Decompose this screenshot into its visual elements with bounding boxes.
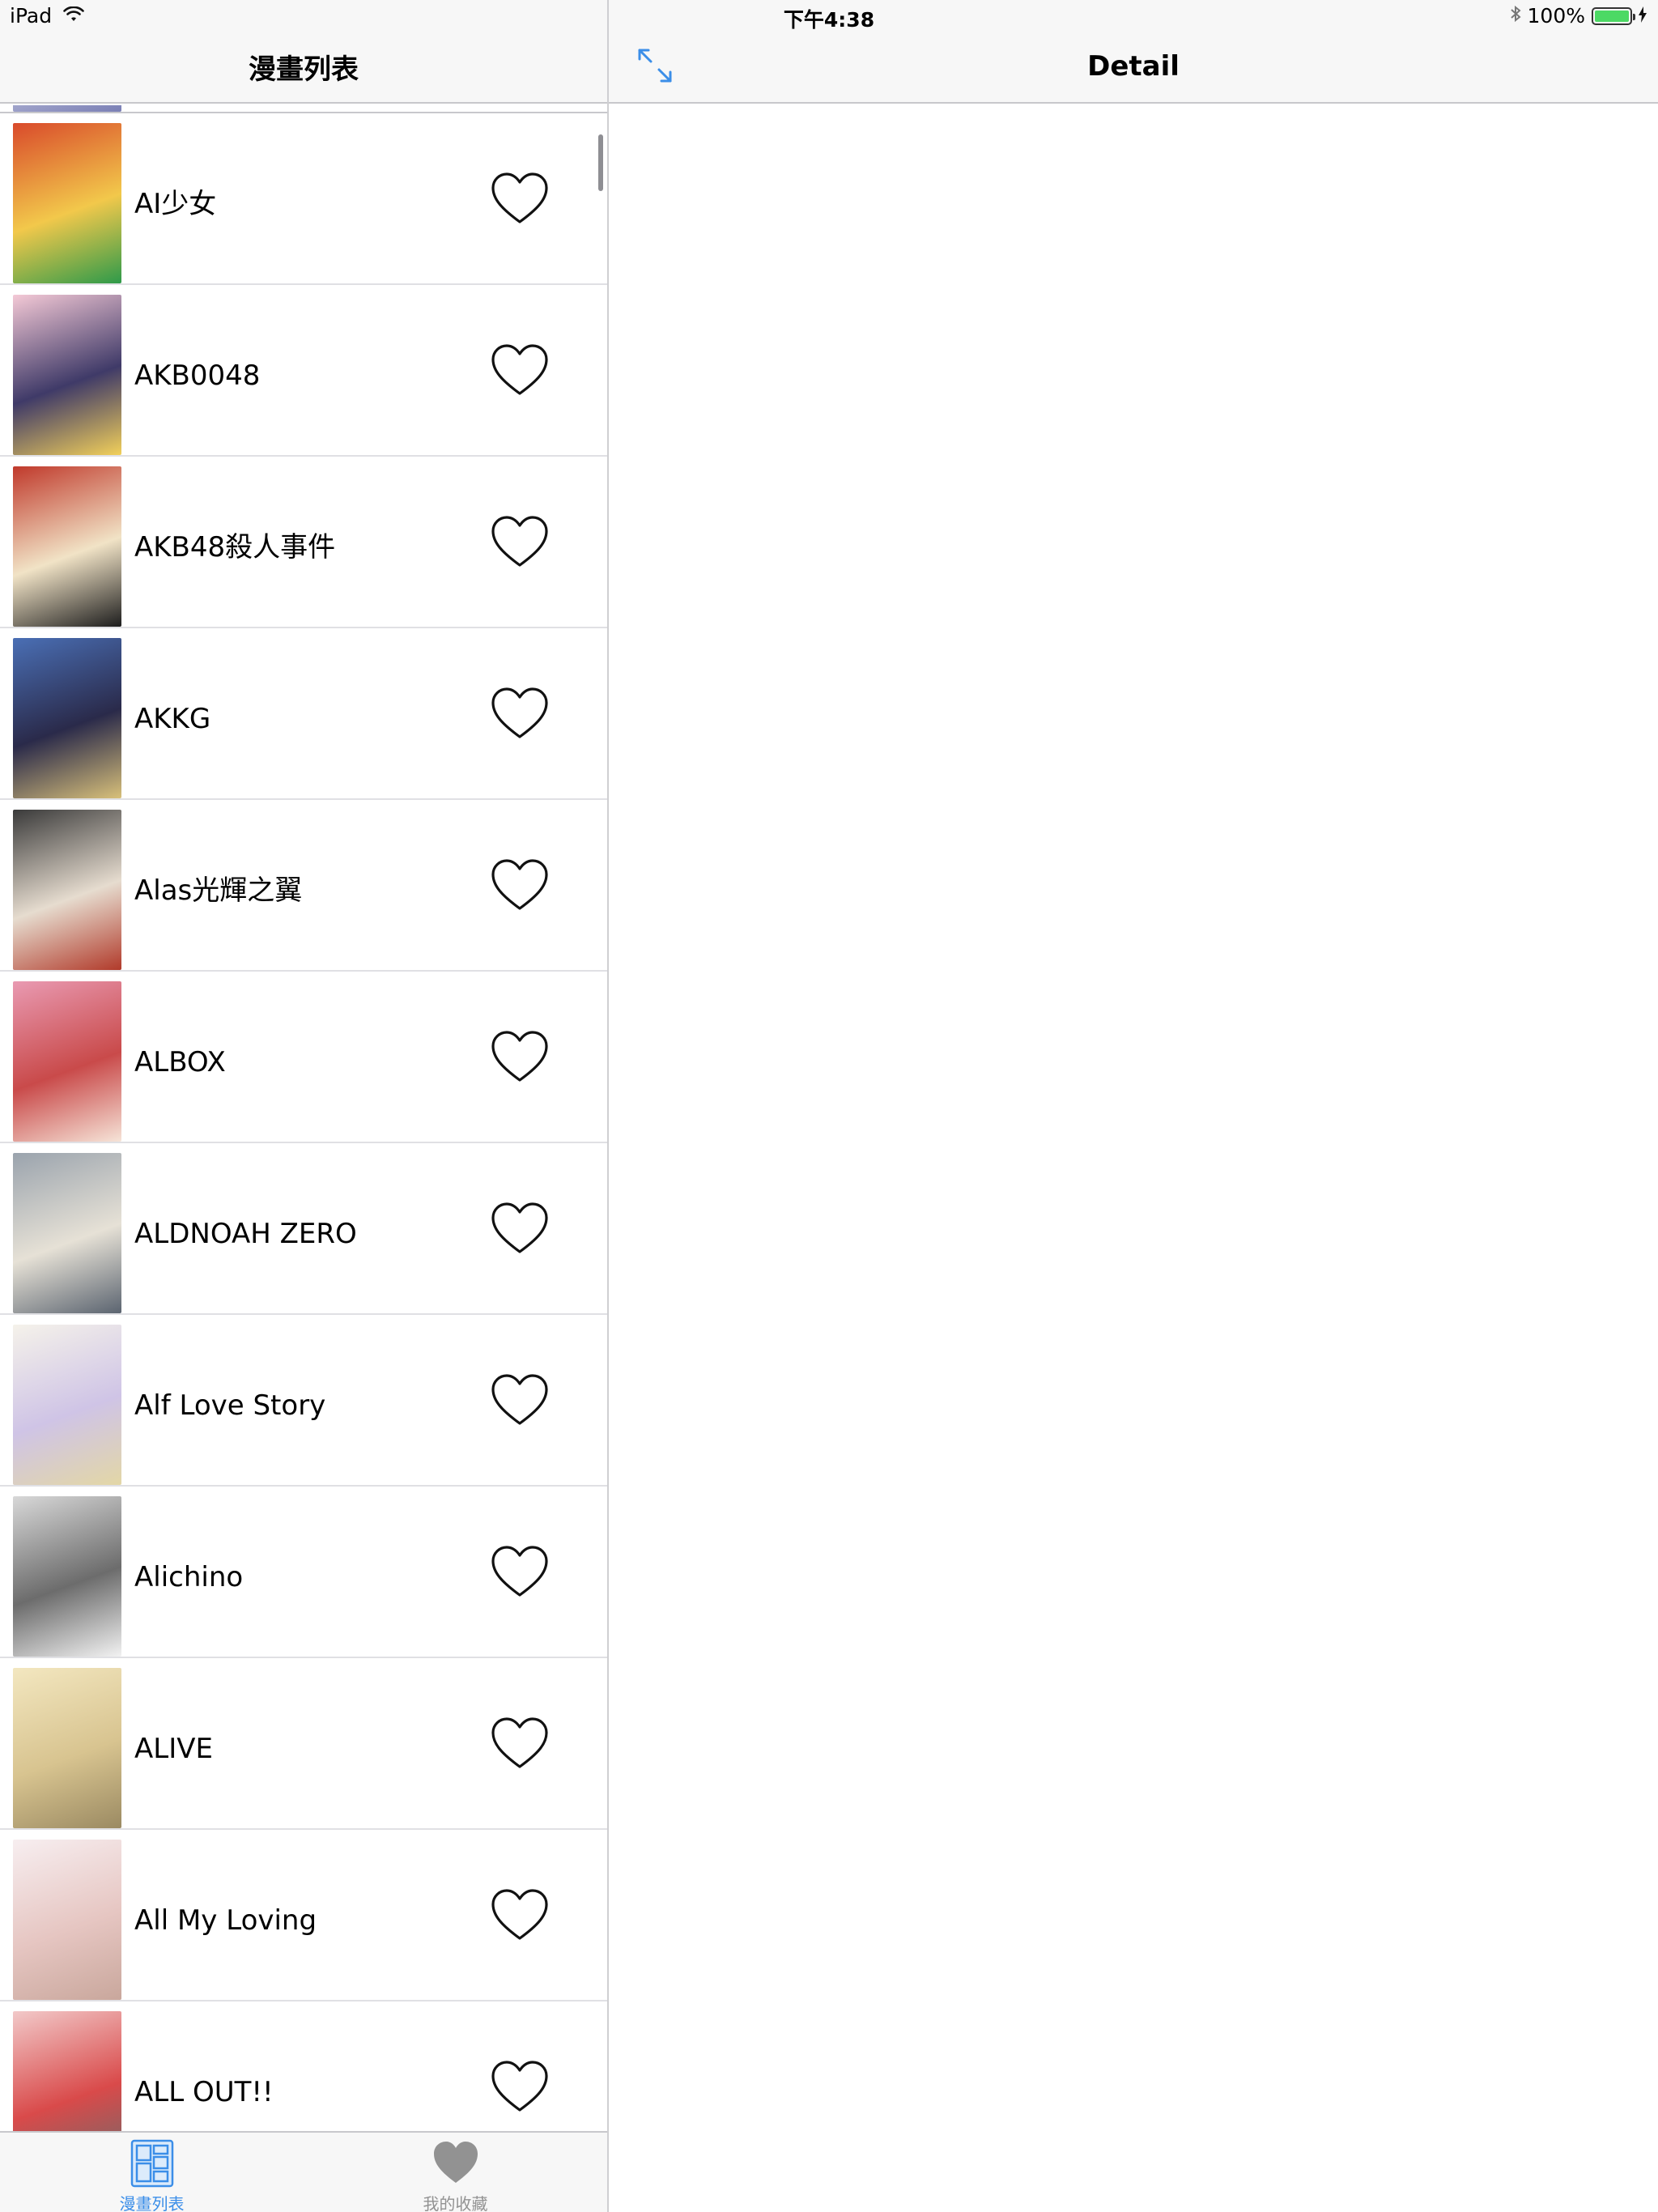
comic-cover-thumbnail <box>13 810 121 970</box>
comic-cover-thumbnail <box>13 123 121 283</box>
comic-cover-thumbnail <box>13 638 121 798</box>
comic-title: ALBOX <box>134 1046 226 1078</box>
comic-cover-thumbnail <box>13 295 121 455</box>
heart-outline-icon[interactable] <box>489 2058 551 2115</box>
tab-label: 我的收藏 <box>423 2194 488 2212</box>
comic-title: Alf Love Story <box>134 1389 326 1422</box>
comic-title: AKB0048 <box>134 359 261 392</box>
tab-favorites[interactable]: 我的收藏 <box>304 2133 607 2212</box>
list-item[interactable]: AKKG <box>0 628 607 800</box>
comic-cover-thumbnail <box>13 1840 121 2000</box>
heart-outline-icon[interactable] <box>489 857 551 913</box>
heart-outline-icon[interactable] <box>489 513 551 570</box>
comic-cover-thumbnail <box>13 466 121 627</box>
heart-filled-icon <box>431 2138 481 2189</box>
bluetooth-icon <box>1510 4 1521 28</box>
list-item[interactable]: ALDNOAH ZERO <box>0 1143 607 1315</box>
comic-title: ALDNOAH ZERO <box>134 1218 357 1250</box>
comic-title: All My Loving <box>134 1904 317 1937</box>
heart-outline-icon[interactable] <box>489 342 551 398</box>
heart-outline-icon[interactable] <box>489 1028 551 1085</box>
comic-title: AKKG <box>134 703 211 735</box>
list-item[interactable]: AKB48殺人事件 <box>0 457 607 628</box>
detail-pane: Detail <box>609 0 1658 2212</box>
list-item[interactable]: ALL OUT!! <box>0 2001 607 2131</box>
status-right: 100% <box>1510 4 1647 28</box>
tab-comic-list[interactable]: 漫畫列表 <box>0 2133 304 2212</box>
comic-cover-thumbnail <box>13 981 121 1142</box>
comic-cover-thumbnail <box>13 1325 121 1485</box>
comic-cover-thumbnail <box>13 1153 121 1313</box>
list-item[interactable]: ALIVE <box>0 1658 607 1830</box>
detail-nav-title: Detail <box>1087 50 1180 83</box>
comic-title: AKB48殺人事件 <box>134 531 336 564</box>
tab-label: 漫畫列表 <box>119 2194 185 2212</box>
list-item[interactable]: AKB0048 <box>0 285 607 457</box>
list-item-partial[interactable] <box>0 105 607 113</box>
list-item[interactable]: AI少女 <box>0 113 607 285</box>
comic-list-icon <box>127 2138 177 2189</box>
list-item[interactable]: Alichino <box>0 1487 607 1658</box>
heart-outline-icon[interactable] <box>489 1543 551 1600</box>
battery-percent: 100% <box>1527 4 1585 28</box>
heart-outline-icon[interactable] <box>489 1372 551 1428</box>
heart-outline-icon[interactable] <box>489 1200 551 1257</box>
master-nav-title: 漫畫列表 <box>249 53 359 86</box>
status-time: 下午4:38 <box>783 8 875 32</box>
comic-title: AI少女 <box>134 188 217 220</box>
list-item[interactable]: ALBOX <box>0 972 607 1143</box>
heart-outline-icon[interactable] <box>489 1715 551 1772</box>
comic-cover-thumbnail <box>13 2011 121 2131</box>
comic-cover-thumbnail <box>13 1668 121 1828</box>
master-pane: 漫畫列表 AI少女 AKB0048 AKB48殺人事件 AKKG Alas光輝之翼 ALB… <box>0 0 607 2212</box>
list-item[interactable]: Alf Love Story <box>0 1315 607 1487</box>
tab-bar: 漫畫列表 我的收藏 <box>0 2131 607 2212</box>
comic-cover-thumbnail <box>13 1496 121 1657</box>
list-item[interactable]: Alas光輝之翼 <box>0 800 607 972</box>
status-bar: iPad 下午4:38 100% <box>0 0 1658 32</box>
heart-outline-icon[interactable] <box>489 1887 551 1943</box>
comic-title: ALIVE <box>134 1733 213 1765</box>
scroll-indicator[interactable] <box>598 134 603 191</box>
comic-cover-thumbnail <box>13 105 121 112</box>
comic-title: ALL OUT!! <box>134 2076 274 2108</box>
battery-icon <box>1592 6 1635 25</box>
comic-title: Alas光輝之翼 <box>134 874 303 907</box>
list-item[interactable]: All My Loving <box>0 1830 607 2001</box>
heart-outline-icon[interactable] <box>489 170 551 227</box>
comic-list[interactable]: AI少女 AKB0048 AKB48殺人事件 AKKG Alas光輝之翼 ALBOX ALD… <box>0 105 607 2131</box>
battery-level-fill <box>1595 10 1629 22</box>
comic-title: Alichino <box>134 1561 244 1593</box>
charging-bolt-icon <box>1639 4 1647 28</box>
heart-outline-icon[interactable] <box>489 685 551 742</box>
